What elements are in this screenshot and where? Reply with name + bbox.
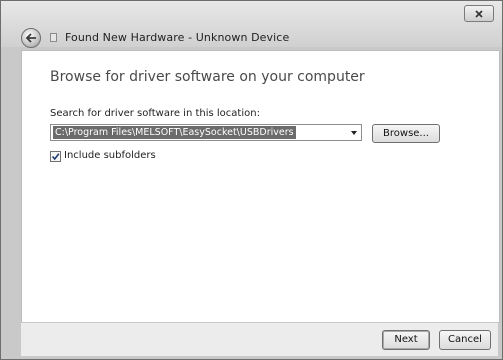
driver-path-combobox[interactable]: C:\Program Files\MELSOFT\EasySocket\USBD… bbox=[50, 124, 362, 141]
driver-path-value[interactable]: C:\Program Files\MELSOFT\EasySocket\USBD… bbox=[53, 126, 296, 139]
browse-button[interactable]: Browse... bbox=[372, 124, 440, 143]
back-button[interactable] bbox=[21, 28, 41, 48]
next-button[interactable]: Next bbox=[382, 330, 430, 350]
cancel-button[interactable]: Cancel bbox=[439, 330, 491, 350]
window-title: Found New Hardware - Unknown Device bbox=[65, 31, 290, 44]
include-subfolders-label[interactable]: Include subfolders bbox=[64, 150, 156, 161]
dialog-window: Found New Hardware - Unknown Device Brow… bbox=[0, 0, 503, 360]
dropdown-arrow-icon[interactable] bbox=[351, 131, 357, 135]
page-heading: Browse for driver software on your compu… bbox=[50, 69, 365, 85]
close-button[interactable] bbox=[464, 5, 494, 22]
search-location-label: Search for driver software in this locat… bbox=[50, 108, 260, 119]
back-arrow-icon bbox=[25, 33, 36, 43]
include-subfolders-checkbox[interactable] bbox=[50, 151, 61, 162]
hardware-device-icon bbox=[50, 33, 57, 42]
checkmark-icon bbox=[51, 153, 60, 161]
title-bar: Found New Hardware - Unknown Device bbox=[1, 1, 502, 48]
close-icon bbox=[475, 9, 483, 18]
button-bar: Next Cancel bbox=[21, 322, 498, 356]
wizard-content: Browse for driver software on your compu… bbox=[21, 50, 500, 323]
